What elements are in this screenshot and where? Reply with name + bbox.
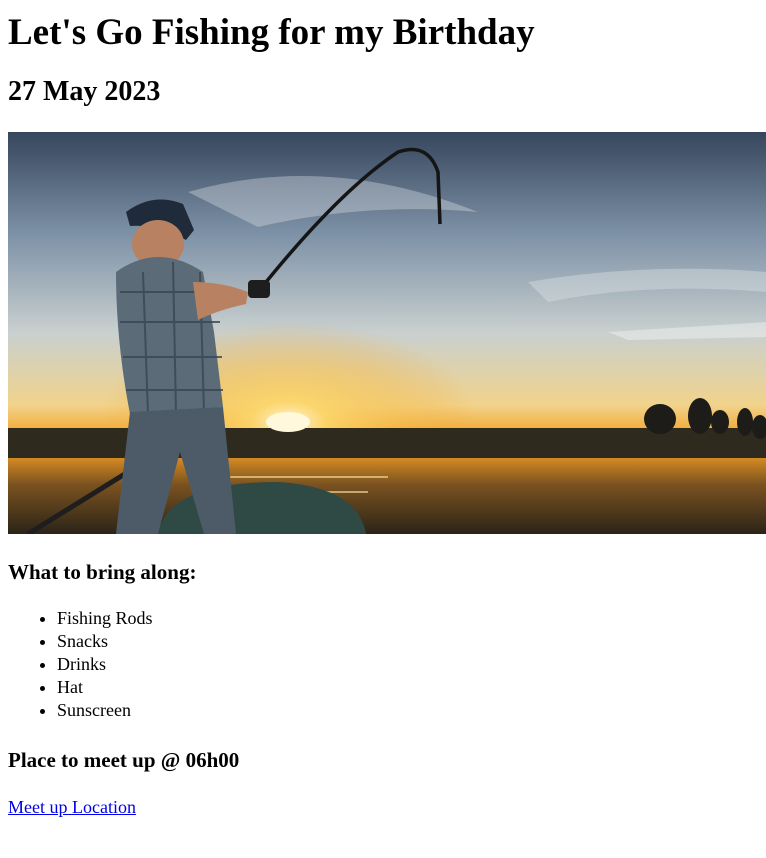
list-item: Fishing Rods [57, 607, 766, 630]
meetup-location-link[interactable]: Meet up Location [8, 797, 136, 817]
page-content: Let's Go Fishing for my Birthday 27 May … [0, 12, 766, 818]
list-item: Hat [57, 676, 766, 699]
list-item: Sunscreen [57, 699, 766, 722]
list-item: Drinks [57, 653, 766, 676]
meetup-heading: Place to meet up @ 06h00 [8, 748, 240, 772]
bring-heading: What to bring along: [8, 560, 197, 584]
page-title: Let's Go Fishing for my Birthday [8, 12, 535, 53]
hero-image [8, 132, 766, 534]
bring-list: Fishing Rods Snacks Drinks Hat Sunscreen [8, 607, 766, 722]
list-item: Snacks [57, 630, 766, 653]
event-date: 27 May 2023 [8, 76, 161, 107]
meetup-link-container: Meet up Location [8, 796, 766, 818]
